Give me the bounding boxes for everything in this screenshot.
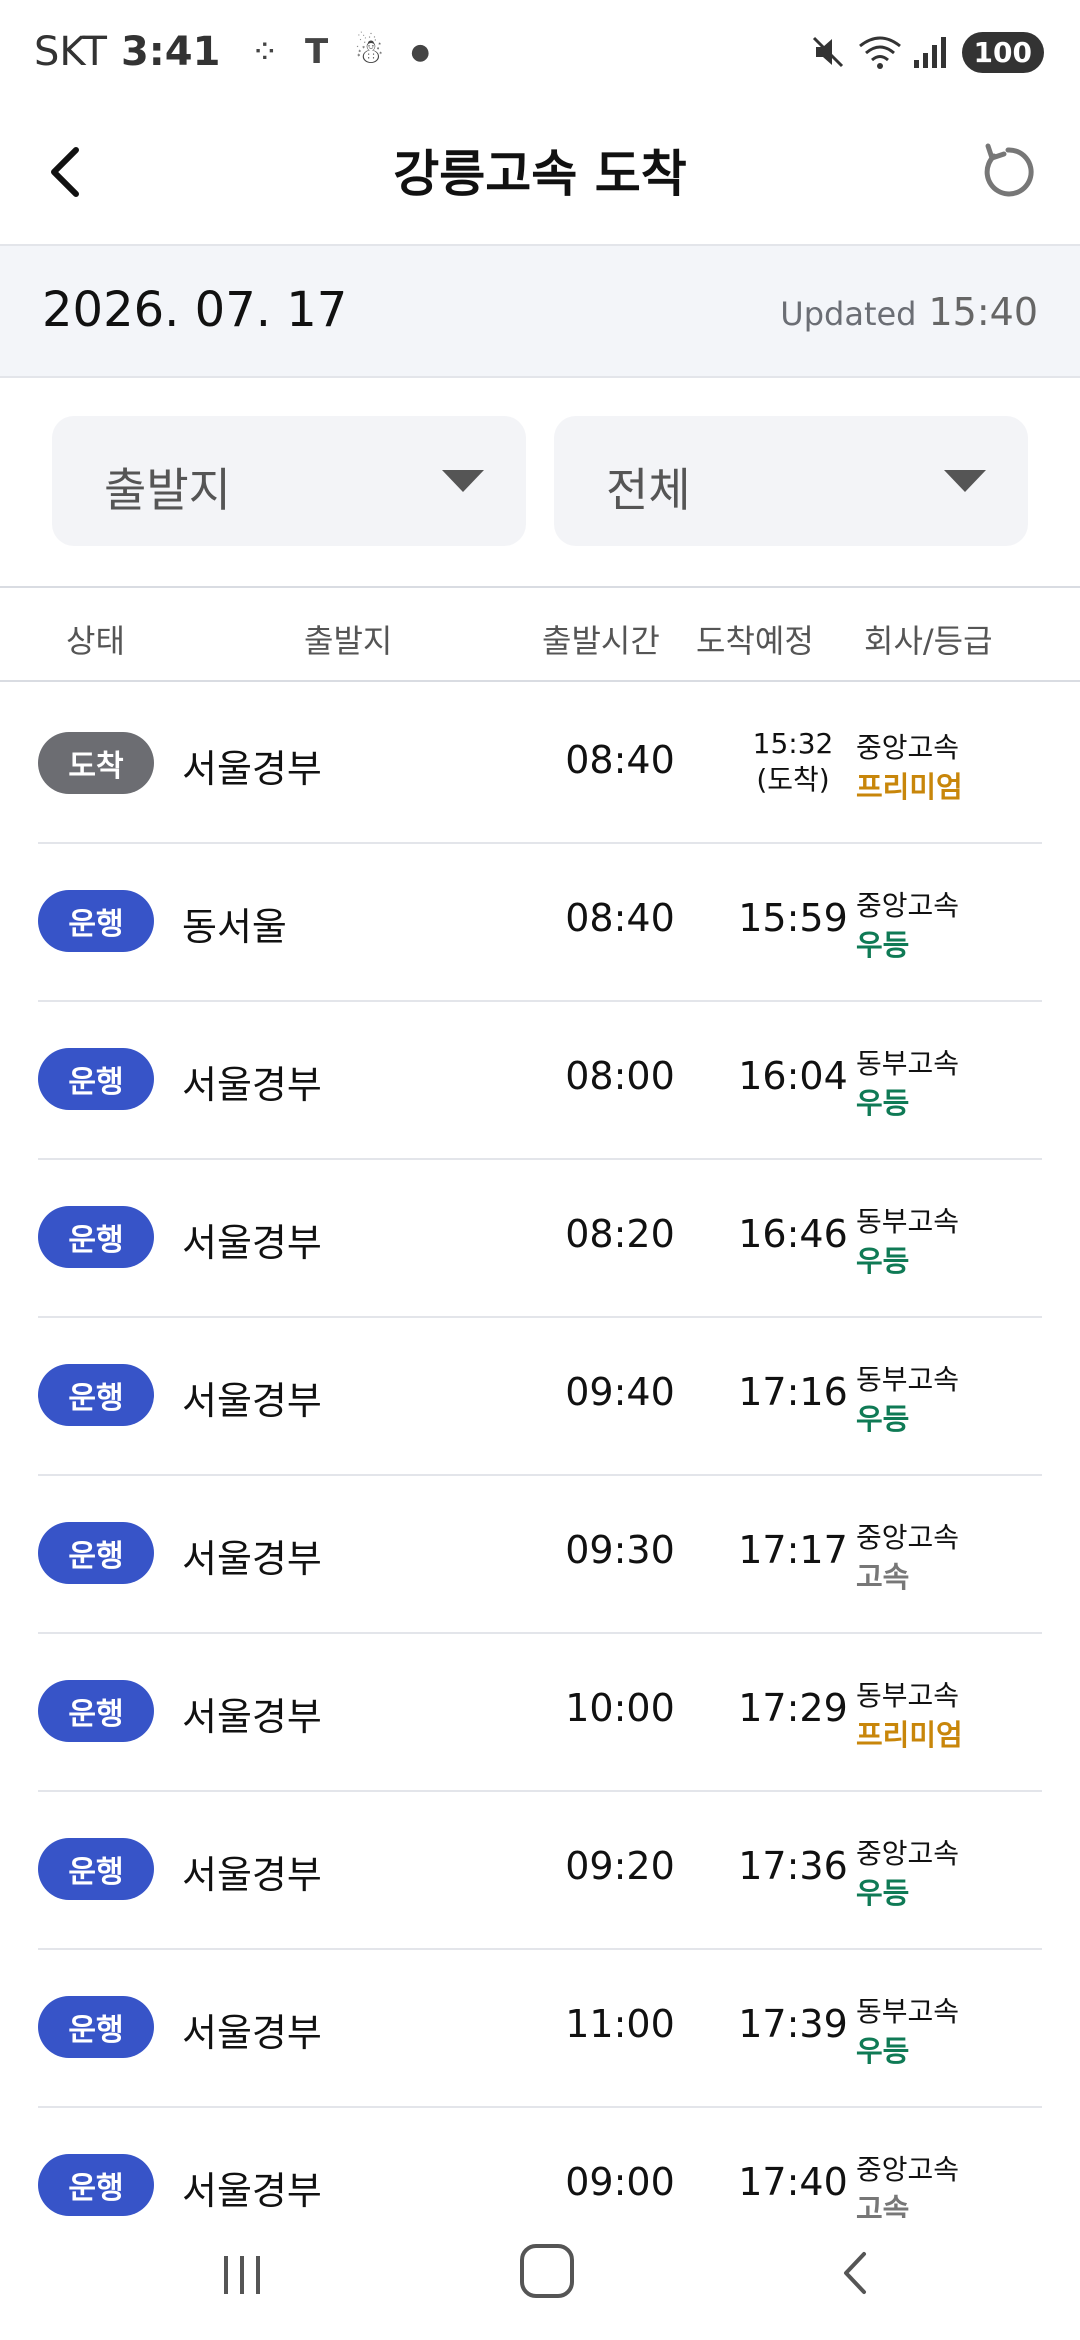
list-item[interactable]: 도착 서울경부 08:40 15:32 (도착) 중앙고속 프리미엄	[38, 686, 1042, 844]
grade-filter-label: 전체	[606, 463, 691, 517]
character-app-icon: ☃	[354, 32, 385, 72]
updated-label: Updated	[780, 295, 917, 333]
status-badge: 운행	[38, 1048, 154, 1110]
status-bar: SKT 3:41 ⁘ T ☃ ● 100	[0, 0, 1080, 100]
status-badge: 운행	[38, 1206, 154, 1268]
table-header: 상태 출발지 출발시간 도착예정 회사/등급	[0, 590, 1080, 682]
grade-filter-dropdown[interactable]: 전체	[554, 416, 1028, 546]
list-item[interactable]: 운행 서울경부 09:40 17:16 동부고속 우등	[38, 1318, 1042, 1476]
origin-filter-label: 출발지	[104, 463, 231, 517]
list-item[interactable]: 운행 서울경부 08:20 16:46 동부고속 우등	[38, 1160, 1042, 1318]
list-item[interactable]: 운행 서울경부 09:30 17:17 중앙고속 고속	[38, 1476, 1042, 1634]
company-name: 동부고속	[856, 1047, 960, 1080]
app-grid-icon: ⁘	[250, 32, 279, 72]
departure-time: 09:40	[565, 1370, 675, 1414]
wifi-icon	[858, 36, 901, 69]
departure-time: 08:20	[565, 1212, 675, 1256]
caret-down-icon	[944, 470, 986, 492]
company-name: 동부고속	[856, 1679, 960, 1712]
grade-label: 우등	[856, 1244, 910, 1278]
departure-time: 08:40	[565, 738, 675, 782]
refresh-button[interactable]	[966, 130, 1050, 214]
grade-label: 우등	[856, 2034, 910, 2068]
battery-indicator: 100	[961, 31, 1044, 73]
app-header: 강릉고속 도착	[0, 100, 1080, 246]
column-arrival: 도착예정	[696, 622, 814, 660]
column-departure: 출발시간	[542, 622, 660, 660]
origin-text: 서울경부	[182, 1853, 322, 1897]
list-item[interactable]: 운행 서울경부 08:00 16:04 동부고속 우등	[38, 1002, 1042, 1160]
company-name: 중앙고속	[856, 2153, 960, 2186]
origin-text: 동서울	[182, 905, 287, 949]
more-notifications-icon: ●	[410, 39, 430, 65]
status-badge: 운행	[38, 1522, 154, 1584]
list-item[interactable]: 운행 동서울 08:40 15:59 중앙고속 우등	[38, 844, 1042, 1002]
status-badge: 운행	[38, 1996, 154, 2058]
page-title: 강릉고속 도착	[393, 145, 687, 203]
origin-filter-dropdown[interactable]: 출발지	[52, 416, 526, 546]
origin-text: 서울경부	[182, 2011, 322, 2055]
departure-time: 10:00	[565, 1686, 675, 1730]
company-name: 동부고속	[856, 1363, 960, 1396]
nav-back-button[interactable]	[832, 2248, 882, 2298]
departure-time: 09:00	[565, 2160, 675, 2204]
origin-text: 서울경부	[182, 2169, 322, 2213]
list-item[interactable]: 운행 서울경부 09:20 17:36 중앙고속 우등	[38, 1792, 1042, 1950]
date-label: 2026. 07. 17	[42, 282, 348, 338]
updated-time-value: 15:40	[928, 290, 1038, 334]
status-badge: 운행	[38, 1680, 154, 1742]
origin-text: 서울경부	[182, 1379, 322, 1423]
grade-label: 프리미엄	[856, 1718, 963, 1752]
nav-back-icon	[844, 2252, 866, 2294]
company-name: 중앙고속	[856, 1521, 960, 1554]
carrier-label: SKT	[34, 29, 107, 75]
origin-text: 서울경부	[182, 1695, 322, 1739]
grade-label: 고속	[856, 1560, 910, 1594]
date-bar: 2026. 07. 17 Updated 15:40	[0, 246, 1080, 378]
company-name: 동부고속	[856, 1995, 960, 2028]
column-origin: 출발지	[304, 622, 393, 660]
company-name: 중앙고속	[856, 889, 960, 922]
grade-label: 프리미엄	[856, 770, 963, 804]
list-item[interactable]: 운행 서울경부 11:00 17:39 동부고속 우등	[38, 1950, 1042, 2108]
departure-time: 09:30	[565, 1528, 675, 1572]
column-company-grade: 회사/등급	[864, 622, 993, 660]
caret-down-icon	[442, 470, 484, 492]
refresh-icon	[984, 143, 1034, 197]
status-badge: 운행	[38, 1838, 154, 1900]
home-button[interactable]	[520, 2244, 574, 2298]
departure-time: 09:20	[565, 1844, 675, 1888]
departure-time: 11:00	[565, 2002, 675, 2046]
grade-label: 우등	[856, 1086, 910, 1120]
list-item[interactable]: 운행 서울경부 10:00 17:29 동부고속 프리미엄	[38, 1634, 1042, 1792]
updated-time: Updated 15:40	[780, 290, 1038, 334]
departure-time: 08:00	[565, 1054, 675, 1098]
grade-label: 우등	[856, 928, 910, 962]
recent-apps-button[interactable]	[218, 2250, 268, 2300]
status-badge: 운행	[38, 2154, 154, 2216]
system-nav-bar	[0, 2218, 1080, 2340]
mute-icon	[812, 36, 843, 68]
origin-text: 서울경부	[182, 1063, 322, 1107]
column-status: 상태	[66, 622, 125, 660]
signal-icon	[913, 37, 946, 68]
clock-time: 3:41	[120, 29, 221, 75]
origin-text: 서울경부	[182, 1537, 322, 1581]
grade-label: 우등	[856, 1402, 910, 1436]
departure-time: 08:40	[565, 896, 675, 940]
company-name: 동부고속	[856, 1205, 960, 1238]
origin-text: 서울경부	[182, 747, 322, 791]
status-badge: 도착	[38, 732, 154, 794]
status-badge: 운행	[38, 890, 154, 952]
filter-bar: 출발지 전체	[0, 378, 1080, 588]
company-name: 중앙고속	[856, 1837, 960, 1870]
origin-text: 서울경부	[182, 1221, 322, 1265]
arrival-list: 도착 서울경부 08:40 15:32 (도착) 중앙고속 프리미엄 운행 동서울 08:40 15…	[38, 686, 1042, 2266]
status-badge: 운행	[38, 1364, 154, 1426]
grade-label: 우등	[856, 1876, 910, 1910]
t-app-icon: T	[304, 32, 329, 72]
company-name: 중앙고속	[856, 731, 960, 764]
